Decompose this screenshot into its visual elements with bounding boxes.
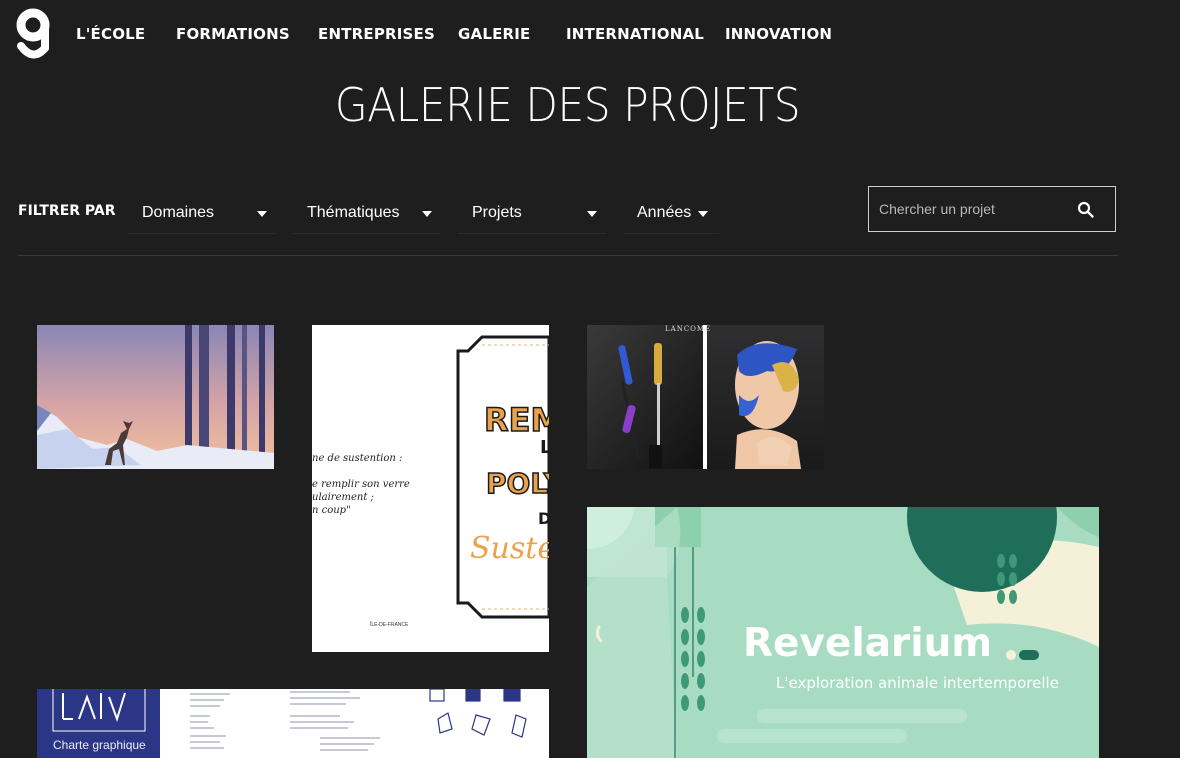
charte-logo <box>52 689 146 732</box>
nav-galerie[interactable]: GALERIE <box>458 25 531 43</box>
nav-formations[interactable]: FORMATIONS <box>176 25 290 43</box>
poster-footer: ÎLE-DE-FRANCE <box>370 622 409 628</box>
filter-thematiques-label: Thématiques <box>307 204 400 221</box>
lancome-brand: LANCÔME <box>665 325 712 333</box>
nav-entreprises[interactable]: ENTREPRISES <box>318 25 435 43</box>
filter-thematiques[interactable]: Thématiques <box>293 197 441 234</box>
nav-international[interactable]: INTERNATIONAL <box>566 25 704 43</box>
project-card-deer[interactable] <box>37 325 274 469</box>
charte-label: Charte graphique <box>53 738 146 752</box>
poster-text-1: ne de sustention : <box>312 453 403 464</box>
poster-text-3: ulairement ; <box>312 492 374 503</box>
filter-label: FILTRER PAR <box>18 203 116 219</box>
filter-annees-label: Années <box>637 204 692 221</box>
poster-title-3: POLY <box>485 466 549 501</box>
filter-annees[interactable]: Années <box>623 197 719 234</box>
nav-ecole[interactable]: L'ÉCOLE <box>76 25 145 43</box>
revelarium-subtitle: L'exploration animale intertemporelle <box>776 674 1059 692</box>
school-logo[interactable] <box>16 8 50 62</box>
charte-pages <box>190 689 527 751</box>
chevron-down-icon <box>257 211 267 217</box>
filter-domaines-label: Domaines <box>142 204 215 221</box>
poster-title-5: Susten <box>470 531 549 566</box>
filter-projets[interactable]: Projets <box>458 197 606 234</box>
filter-divider <box>18 255 1118 256</box>
filter-projets-label: Projets <box>472 204 522 221</box>
chevron-down-icon <box>587 211 597 217</box>
poster-text-4: n coup" <box>312 505 351 516</box>
search-input[interactable] <box>869 187 1069 231</box>
chevron-down-icon <box>698 211 708 217</box>
project-card-revelarium[interactable]: Revelarium L'exploration animale interte… <box>587 507 1099 758</box>
page-title: GALERIE DES PROJETS <box>334 78 801 132</box>
poster-text-2: e remplir son verre <box>312 479 410 490</box>
project-card-lancome[interactable]: LANCÔME <box>587 325 824 469</box>
project-card-poster[interactable]: REM L POLY D Susten ne de sustention : e… <box>312 325 549 652</box>
deer-illustration <box>37 325 274 469</box>
search-box <box>868 186 1116 232</box>
project-card-charte[interactable]: Charte graphique <box>37 689 549 758</box>
poster-title-4: D <box>538 509 549 528</box>
chevron-down-icon <box>422 211 432 217</box>
filter-domaines[interactable]: Domaines <box>128 197 276 234</box>
lancome-visual <box>587 325 824 469</box>
poster-title-2: L <box>540 437 549 458</box>
poster-title-1: REM <box>483 400 549 440</box>
nav-innovation[interactable]: INNOVATION <box>725 25 832 43</box>
charte-cover: Charte graphique <box>37 689 160 758</box>
revelarium-title: Revelarium <box>743 621 993 666</box>
search-icon[interactable] <box>1077 201 1095 219</box>
